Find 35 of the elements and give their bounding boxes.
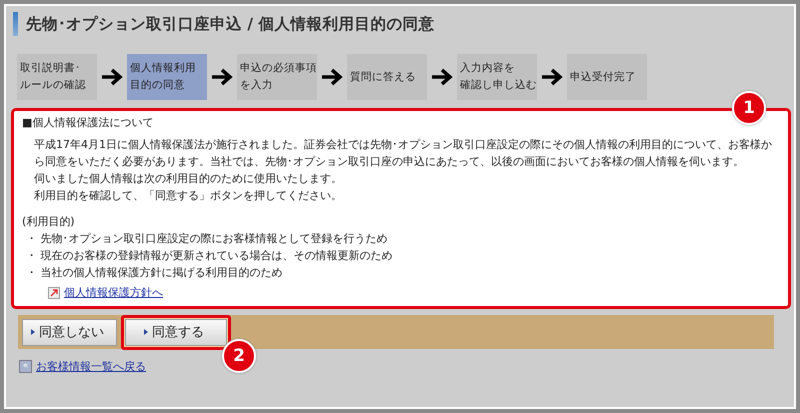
step-label: 入力内容を <box>460 61 515 76</box>
page-title: 先物･オプション取引口座申込 / 個人情報利用目的の同意 <box>26 14 434 34</box>
step-label: 個人情報利用 <box>130 61 196 76</box>
paragraph: 利用目的を確認して、「同意する」ボタンを押してください。 <box>34 188 343 204</box>
agree-button[interactable]: 同意する <box>125 318 227 346</box>
back-link[interactable]: お客様情報一覧へ戻る <box>36 359 146 374</box>
callout-badge: 1 <box>732 91 766 125</box>
back-icon: « <box>19 360 32 373</box>
callout-badge: 2 <box>222 338 256 372</box>
step-label: を入力 <box>240 78 273 93</box>
step-label: ルールの確認 <box>20 78 86 93</box>
step-label: 質問に答える <box>350 70 416 84</box>
purpose-item: ・ 当社の個人情報保護方針に掲げる利用目的のため <box>25 265 284 281</box>
step-label: 申込の必須事項 <box>240 61 317 76</box>
title-accent <box>13 12 18 36</box>
section-heading: ■個人情報保護法について <box>22 115 154 130</box>
purpose-heading: (利用目的) <box>22 214 76 230</box>
external-link-icon <box>48 286 60 298</box>
step-label: 目的の同意 <box>130 78 185 93</box>
arrow-icon <box>541 68 563 86</box>
step-label: 確認し申し込む <box>460 78 537 93</box>
triangle-icon <box>31 329 35 335</box>
arrow-icon <box>211 68 233 86</box>
purpose-item: ・ 先物･オプション取引口座設定の際にお客様情報として登録を行うため <box>25 231 388 247</box>
policy-link[interactable]: 個人情報保護方針へ <box>64 285 163 300</box>
paragraph: 平成17年4月1日に個人情報保護法が施行されました。証券会社では先物･オプション取引口座設定の際にその個人情報の利用目的について、お客様から同意をいただく必要があります。当社では、先物･オプション取引口座の申込にあたって、以後の画面においてお客様の個人情報を伺います。 <box>34 137 773 170</box>
step-label: 申込受付完了 <box>570 70 636 84</box>
arrow-icon <box>431 68 453 86</box>
arrow-icon <box>101 68 123 86</box>
purpose-item: ・ 現在のお客様の登録情報が更新されている場合は、その情報更新のため <box>25 248 394 264</box>
step-label: 取引説明書･ <box>20 61 81 76</box>
arrow-icon <box>321 68 343 86</box>
triangle-icon <box>144 329 148 335</box>
agree-button[interactable]: 同意しない <box>22 318 117 346</box>
paragraph: 伺いました個人情報は次の利用目的のために使用いたします。 <box>34 171 343 187</box>
